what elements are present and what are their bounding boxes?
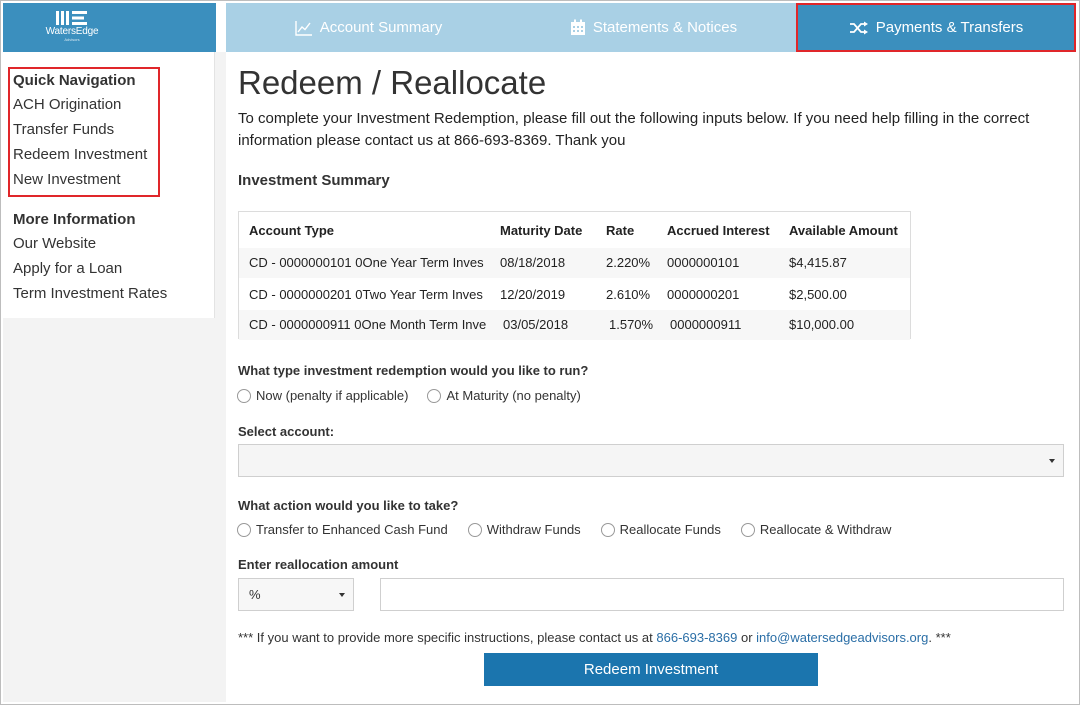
sidebar-link-new-investment[interactable]: New Investment xyxy=(13,171,121,188)
radio-withdraw-funds[interactable] xyxy=(467,522,482,537)
top-navigation: Account Summary Statements & Notices Pay… xyxy=(226,3,1076,52)
table-cell: 2.220% xyxy=(606,255,651,270)
redeem-investment-button[interactable]: Redeem Investment xyxy=(484,653,818,686)
table-header: Rate xyxy=(606,223,635,238)
contact-note: *** If you want to provide more specific… xyxy=(238,630,951,645)
gutter-background xyxy=(215,52,226,702)
quick-navigation-heading: Quick Navigation xyxy=(13,72,136,89)
radio-option-at-maturity[interactable]: At Maturity (no penalty) xyxy=(427,388,581,403)
radio-option-reallocate-funds[interactable]: Reallocate Funds xyxy=(600,522,721,537)
redemption-type-options: Now (penalty if applicable) At Maturity … xyxy=(237,388,581,403)
action-question: What action would you like to take? xyxy=(238,498,459,513)
table-cell: 0000000911 xyxy=(670,317,742,332)
radio-label: Reallocate & Withdraw xyxy=(759,522,892,537)
radio-label: Reallocate Funds xyxy=(619,522,721,537)
tab-payments-transfers[interactable]: Payments & Transfers xyxy=(796,3,1076,52)
note-or: or xyxy=(740,630,753,645)
radio-option-transfer-cash-fund[interactable]: Transfer to Enhanced Cash Fund xyxy=(237,522,448,537)
table-header-row: Account Type Maturity Date Rate Accrued … xyxy=(239,216,910,246)
page-title: Redeem / Reallocate xyxy=(238,64,547,101)
sidebar-link-term-rates[interactable]: Term Investment Rates xyxy=(13,285,167,302)
tab-label: Account Summary xyxy=(319,19,443,36)
calendar-icon xyxy=(570,19,585,35)
sidebar-link-apply-loan[interactable]: Apply for a Loan xyxy=(13,260,122,277)
redemption-type-question: What type investment redemption would yo… xyxy=(238,363,589,378)
sidebar-link-redeem-investment[interactable]: Redeem Investment xyxy=(13,146,147,163)
more-information-heading: More Information xyxy=(13,211,136,228)
note-prefix: *** If you want to provide more specific… xyxy=(238,630,653,645)
table-row: CD - 0000000911 0One Month Term Inve 03/… xyxy=(239,310,910,340)
sidebar-link-transfer-funds[interactable]: Transfer Funds xyxy=(13,121,114,138)
left-background xyxy=(3,318,226,702)
table-header: Account Type xyxy=(249,223,334,238)
note-suffix: . *** xyxy=(928,630,951,645)
chart-line-icon xyxy=(295,20,312,36)
tab-account-summary[interactable]: Account Summary xyxy=(226,3,511,52)
reallocation-amount-label: Enter reallocation amount xyxy=(238,557,399,572)
radio-transfer-cash-fund[interactable] xyxy=(237,522,251,537)
table-cell: 03/05/2018 xyxy=(503,317,569,332)
radio-option-withdraw-funds[interactable]: Withdraw Funds xyxy=(467,522,581,537)
sidebar: Quick Navigation ACH Origination Transfe… xyxy=(3,52,215,318)
investment-summary-heading: Investment Summary xyxy=(238,172,390,189)
action-options: Transfer to Enhanced Cash Fund Withdraw … xyxy=(237,522,891,537)
radio-now[interactable] xyxy=(237,388,251,403)
table-cell: 08/18/2018 xyxy=(500,255,566,270)
logo-subtext: Advisors xyxy=(64,37,80,42)
table-header: Maturity Date xyxy=(500,223,583,238)
table-cell: $2,500.00 xyxy=(789,287,847,302)
shuffle-icon xyxy=(849,21,868,34)
logo-area[interactable]: WatersEdge Advisors xyxy=(3,3,216,52)
table-cell: CD - 0000000911 0One Month Term Inve xyxy=(249,317,487,332)
logo-mark-icon xyxy=(56,11,87,25)
table-cell: 2.610% xyxy=(606,287,651,302)
table-header: Available Amount xyxy=(789,223,898,238)
radio-at-maturity[interactable] xyxy=(427,388,442,403)
amount-unit-value: % xyxy=(249,587,261,602)
radio-option-reallocate-withdraw[interactable]: Reallocate & Withdraw xyxy=(740,522,892,537)
tab-label: Statements & Notices xyxy=(592,19,738,36)
intro-text: To complete your Investment Redemption, … xyxy=(238,110,1030,149)
email-link[interactable]: info@watersedgeadvisors.org xyxy=(756,630,928,645)
radio-option-now[interactable]: Now (penalty if applicable) xyxy=(237,388,408,403)
radio-reallocate-withdraw[interactable] xyxy=(740,522,755,537)
table-row: CD - 0000000201 0Two Year Term Inves 12/… xyxy=(239,280,910,310)
phone-link[interactable]: 866-693-8369 xyxy=(656,630,737,645)
radio-label: Now (penalty if applicable) xyxy=(256,388,409,403)
caret-down-icon xyxy=(1049,459,1055,463)
select-account-dropdown[interactable] xyxy=(238,444,1064,477)
table-cell: 12/20/2019 xyxy=(500,287,566,302)
sidebar-link-ach-origination[interactable]: ACH Origination xyxy=(13,96,121,113)
amount-unit-select[interactable]: % xyxy=(238,578,354,611)
table-cell: $10,000.00 xyxy=(789,317,855,332)
radio-label: At Maturity (no penalty) xyxy=(446,388,581,403)
watersedge-logo: WatersEdge Advisors xyxy=(37,10,107,46)
sidebar-link-our-website[interactable]: Our Website xyxy=(13,235,96,252)
radio-reallocate-funds[interactable] xyxy=(600,522,615,537)
table-cell: CD - 0000000101 0One Year Term Inves xyxy=(249,255,484,270)
table-row: CD - 0000000101 0One Year Term Inves 08/… xyxy=(239,248,910,278)
radio-label: Withdraw Funds xyxy=(486,522,581,537)
radio-label: Transfer to Enhanced Cash Fund xyxy=(256,522,448,537)
table-cell: 1.570% xyxy=(609,317,654,332)
select-account-label: Select account: xyxy=(238,424,335,439)
logo-text: WatersEdge xyxy=(45,26,99,37)
tab-label: Payments & Transfers xyxy=(875,19,1024,36)
table-cell: 0000000201 xyxy=(667,287,740,302)
tab-statements-notices[interactable]: Statements & Notices xyxy=(511,3,796,52)
reallocation-amount-input[interactable] xyxy=(380,578,1064,611)
table-cell: CD - 0000000201 0Two Year Term Inves xyxy=(249,287,483,302)
table-header: Accrued Interest xyxy=(667,223,770,238)
investment-summary-table: Account Type Maturity Date Rate Accrued … xyxy=(238,211,911,340)
caret-down-icon xyxy=(339,593,345,597)
table-cell: $4,415.87 xyxy=(789,255,847,270)
table-cell: 0000000101 xyxy=(667,255,740,270)
